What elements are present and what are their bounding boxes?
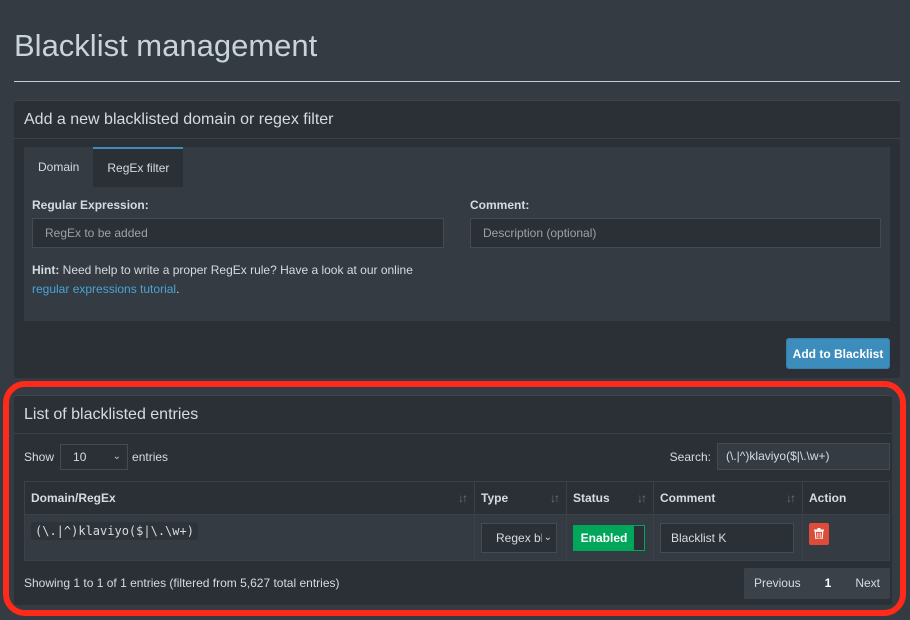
cell-type: Regex bl ⌄ [474, 514, 567, 561]
type-select[interactable]: Regex bl ⌄ [481, 522, 557, 553]
comment-field[interactable]: Blacklist K [660, 522, 794, 553]
comment-input[interactable] [470, 218, 881, 248]
regex-hint: Hint: Need help to write a proper RegEx … [32, 261, 452, 299]
type-value: Regex bl [496, 530, 544, 545]
page-length-control: Show 10 ⌄ entries [24, 444, 168, 470]
table-header-row: Domain/RegEx ↓↑ Type ↓↑ Status ↓↑ Commen… [24, 481, 890, 515]
tab-panel: Domain RegEx filter Regular Expression: … [24, 147, 890, 321]
cell-domain: (\.|^)klaviyo($|\.\w+) [24, 514, 475, 561]
regex-label: Regular Expression: [32, 198, 149, 212]
status-toggle[interactable]: Enabled [573, 524, 645, 551]
column-domain-regex-label: Domain/RegEx [31, 491, 116, 505]
sort-icon: ↓↑ [550, 491, 560, 505]
column-action: Action [802, 481, 890, 515]
status-label: Enabled [574, 525, 634, 550]
tab-domain[interactable]: Domain [24, 147, 93, 187]
search-input[interactable]: (\.|^)klaviyo($|\.\w+) [717, 443, 890, 470]
entries-label: entries [132, 450, 169, 464]
delete-button[interactable] [809, 522, 829, 545]
add-filter-header: Add a new blacklisted domain or regex fi… [14, 101, 900, 139]
entries-per-page-select[interactable]: 10 ⌄ [60, 444, 129, 470]
sort-icon: ↓↑ [458, 491, 468, 505]
table-info: Showing 1 to 1 of 1 entries (filtered fr… [24, 576, 340, 590]
title-divider [14, 81, 900, 82]
toggle-knob [634, 525, 644, 550]
page-1-button[interactable]: 1 [811, 568, 846, 599]
add-to-blacklist-button[interactable]: Add to Blacklist [786, 338, 890, 369]
pagination: Previous 1 Next [743, 568, 890, 599]
column-status-label: Status [573, 491, 610, 505]
blacklist-table: Domain/RegEx ↓↑ Type ↓↑ Status ↓↑ Commen… [24, 481, 890, 561]
comment-label: Comment: [470, 198, 530, 212]
hint-label: Hint: [32, 263, 60, 277]
chevron-down-icon: ⌄ [112, 451, 122, 462]
tab-bar: Domain RegEx filter [24, 147, 184, 187]
sort-icon: ↓↑ [637, 491, 647, 505]
chevron-down-icon: ⌄ [541, 523, 552, 552]
trash-icon [814, 528, 824, 539]
table-row: (\.|^)klaviyo($|\.\w+) Regex bl ⌄ Enable… [24, 514, 890, 561]
blacklist-list-box: List of blacklisted entries Show 10 ⌄ en… [14, 395, 892, 605]
search-control: Search: (\.|^)klaviyo($|\.\w+) [670, 443, 890, 470]
list-header: List of blacklisted entries [14, 396, 892, 434]
column-status[interactable]: Status ↓↑ [566, 481, 654, 515]
page-title: Blacklist management [14, 28, 318, 63]
next-page-button[interactable]: Next [845, 568, 890, 599]
column-domain-regex[interactable]: Domain/RegEx ↓↑ [24, 481, 475, 515]
hint-end: . [176, 282, 180, 296]
column-comment[interactable]: Comment ↓↑ [653, 481, 803, 515]
regex-tutorial-link[interactable]: regular expressions tutorial [32, 282, 176, 296]
entries-per-page-value: 10 [73, 450, 87, 464]
cell-comment: Blacklist K [653, 514, 803, 561]
regex-input[interactable] [32, 218, 444, 248]
hint-text: Need help to write a proper RegEx rule? … [59, 263, 413, 277]
column-comment-label: Comment [660, 491, 716, 505]
add-filter-box: Add a new blacklisted domain or regex fi… [14, 100, 900, 378]
column-type[interactable]: Type ↓↑ [474, 481, 567, 515]
tab-regex-filter[interactable]: RegEx filter [93, 147, 184, 187]
show-label: Show [24, 450, 55, 464]
previous-page-button[interactable]: Previous [744, 568, 811, 599]
sort-icon: ↓↑ [786, 491, 796, 505]
search-label: Search: [669, 449, 711, 464]
column-type-label: Type [481, 491, 509, 505]
cell-status: Enabled [566, 514, 654, 561]
cell-action [802, 514, 890, 561]
regex-value: (\.|^)klaviyo($|\.\w+) [31, 521, 198, 540]
